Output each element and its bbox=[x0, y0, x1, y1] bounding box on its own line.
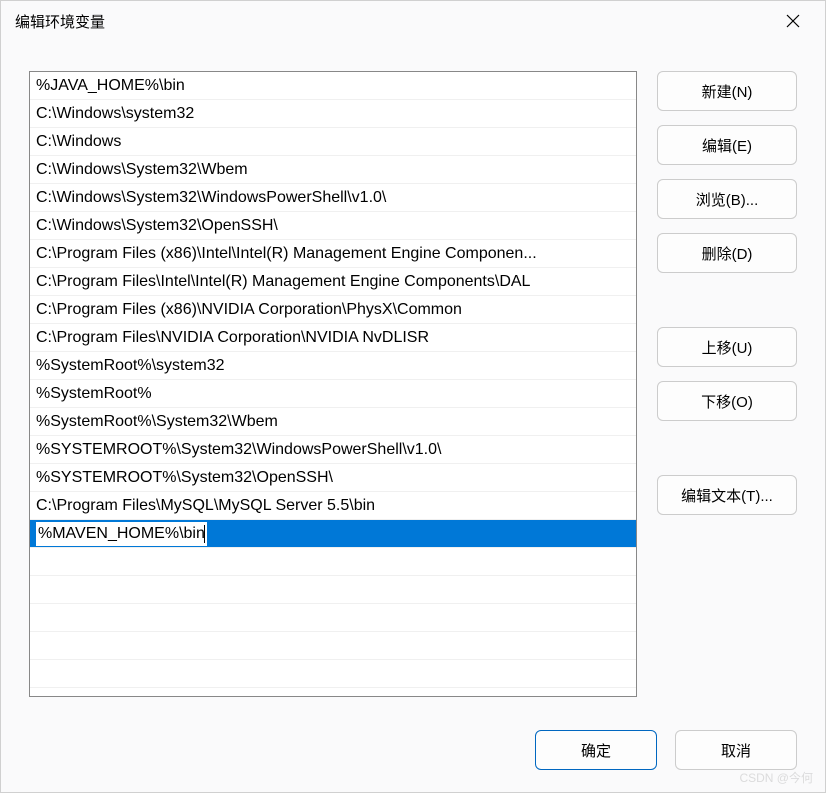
list-item[interactable]: C:\Program Files (x86)\Intel\Intel(R) Ma… bbox=[30, 240, 636, 268]
list-item[interactable]: C:\Windows bbox=[30, 128, 636, 156]
close-icon bbox=[786, 14, 800, 28]
list-item[interactable]: %SystemRoot%\System32\Wbem bbox=[30, 408, 636, 436]
list-item-empty bbox=[30, 632, 636, 660]
list-item-empty bbox=[30, 576, 636, 604]
move-down-button[interactable]: 下移(O) bbox=[657, 381, 797, 421]
edit-field[interactable]: %MAVEN_HOME%\bin bbox=[36, 522, 207, 546]
new-button[interactable]: 新建(N) bbox=[657, 71, 797, 111]
list-item[interactable]: C:\Program Files (x86)\NVIDIA Corporatio… bbox=[30, 296, 636, 324]
list-item[interactable]: C:\Windows\System32\OpenSSH\ bbox=[30, 212, 636, 240]
list-item[interactable]: C:\Program Files\MySQL\MySQL Server 5.5\… bbox=[30, 492, 636, 520]
list-item[interactable]: C:\Windows\system32 bbox=[30, 100, 636, 128]
list-item[interactable]: %SystemRoot%\system32 bbox=[30, 352, 636, 380]
ok-button[interactable]: 确定 bbox=[535, 730, 657, 770]
delete-button[interactable]: 删除(D) bbox=[657, 233, 797, 273]
list-item[interactable]: C:\Program Files\Intel\Intel(R) Manageme… bbox=[30, 268, 636, 296]
window-title: 编辑环境变量 bbox=[15, 11, 105, 32]
list-item[interactable]: %SYSTEMROOT%\System32\WindowsPowerShell\… bbox=[30, 436, 636, 464]
content-area: %JAVA_HOME%\binC:\Windows\system32C:\Win… bbox=[1, 41, 825, 718]
path-list[interactable]: %JAVA_HOME%\binC:\Windows\system32C:\Win… bbox=[29, 71, 637, 697]
titlebar: 编辑环境变量 bbox=[1, 1, 825, 41]
list-item-empty bbox=[30, 660, 636, 688]
cancel-button[interactable]: 取消 bbox=[675, 730, 797, 770]
watermark: CSDN @今何 bbox=[739, 769, 813, 786]
list-item[interactable]: %SystemRoot% bbox=[30, 380, 636, 408]
browse-button[interactable]: 浏览(B)... bbox=[657, 179, 797, 219]
list-item[interactable]: %SYSTEMROOT%\System32\OpenSSH\ bbox=[30, 464, 636, 492]
list-item-empty bbox=[30, 548, 636, 576]
list-item[interactable]: %MAVEN_HOME%\bin bbox=[30, 520, 636, 548]
list-item[interactable]: C:\Windows\System32\Wbem bbox=[30, 156, 636, 184]
list-item-empty bbox=[30, 604, 636, 632]
move-up-button[interactable]: 上移(U) bbox=[657, 327, 797, 367]
edit-button[interactable]: 编辑(E) bbox=[657, 125, 797, 165]
dialog-window: 编辑环境变量 %JAVA_HOME%\binC:\Windows\system3… bbox=[0, 0, 826, 793]
close-button[interactable] bbox=[775, 7, 811, 35]
spacer bbox=[657, 435, 797, 461]
footer: 确定 取消 bbox=[1, 718, 825, 792]
edit-text-button[interactable]: 编辑文本(T)... bbox=[657, 475, 797, 515]
list-item[interactable]: C:\Windows\System32\WindowsPowerShell\v1… bbox=[30, 184, 636, 212]
list-item[interactable]: C:\Program Files\NVIDIA Corporation\NVID… bbox=[30, 324, 636, 352]
button-panel: 新建(N) 编辑(E) 浏览(B)... 删除(D) 上移(U) 下移(O) 编… bbox=[657, 71, 797, 708]
list-item[interactable]: %JAVA_HOME%\bin bbox=[30, 72, 636, 100]
spacer bbox=[657, 287, 797, 313]
